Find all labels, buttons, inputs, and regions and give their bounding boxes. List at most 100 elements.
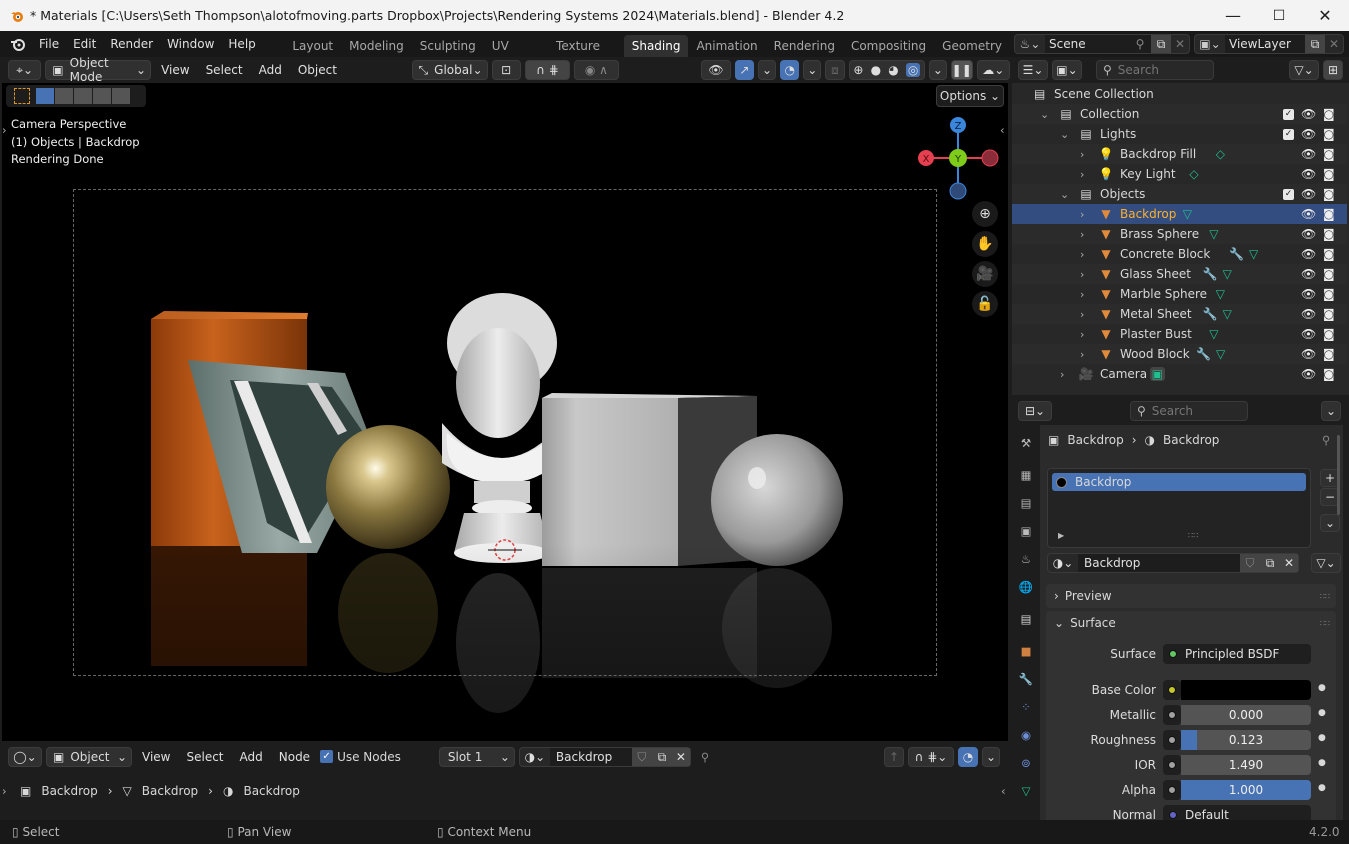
pivot-point-button[interactable]: ⊡ [491,60,521,80]
metallic-socket-button[interactable] [1163,705,1181,725]
render-camera-icon[interactable]: ◙ [1323,227,1335,241]
pin-icon[interactable]: ⚲ [701,750,709,764]
tab-constraints[interactable]: ⊚ [1012,749,1040,777]
outliner-search-input[interactable] [1117,63,1198,77]
render-camera-icon[interactable]: ◙ [1323,307,1335,321]
pin-icon[interactable]: ⚲ [1322,433,1330,447]
outliner-item-name[interactable]: Wood Block [1120,347,1190,361]
material-name-field[interactable]: Backdrop [1078,554,1240,572]
outliner-item[interactable]: › 💡 Backdrop Fill ◇ 👁 ◙ [1012,144,1347,164]
delete-scene-icon[interactable]: ✕ [1171,37,1189,51]
lock-view-button[interactable]: 🔓 [972,291,998,317]
exclude-checkbox[interactable]: ✓ [1283,188,1294,200]
chevron-right-icon[interactable]: › [1080,148,1084,161]
alpha-slider[interactable]: 1.000 [1181,780,1311,800]
view-layer-selector[interactable]: ▣⌄ ViewLayer ⧉ ✕ [1194,34,1344,54]
chevron-right-icon[interactable]: › [1080,168,1084,181]
outliner-item[interactable]: › 💡 Key Light ◇ 👁 ◙ [1012,164,1347,184]
tab-particles[interactable]: ⁘ [1012,693,1040,721]
metallic-slider[interactable]: 0.000 [1181,705,1311,725]
properties-editor-type[interactable]: ⊟⌄ [1018,401,1052,421]
chevron-right-icon[interactable]: › [1080,228,1084,241]
material-browse-icon[interactable]: ◑⌄ [520,750,550,764]
material-datablock[interactable]: ◑⌄ Backdrop ⛉ ⧉ ✕ [1047,553,1299,573]
chevron-down-icon[interactable]: ⌄ [1040,108,1049,121]
tab-compositing[interactable]: Compositing [843,35,934,57]
tab-view-layer[interactable]: ▣ [1012,517,1040,545]
mesh-data-icon[interactable]: ▽ [1216,287,1225,301]
shading-dropdown[interactable]: ⌄ [929,60,947,80]
render-camera-icon[interactable]: ◙ [1323,167,1335,181]
minimize-button[interactable]: — [1210,0,1256,31]
tab-animation[interactable]: Animation [688,35,765,57]
material-preview-icon[interactable]: ◕ [888,63,898,77]
roughness-socket-button[interactable] [1163,730,1181,750]
node-menu-add[interactable]: Add [234,750,269,764]
link-mode-selector[interactable]: ▽⌄ [1311,553,1341,573]
mesh-data-icon[interactable]: ▽ [1216,347,1225,361]
mode-selector[interactable]: ▣ Object Mode ⌄ [45,56,152,84]
3d-viewport[interactable]: Options ⌄ Camera Perspective (1) Objects… [2,83,1008,741]
render-region-button[interactable]: ☁⌄ [976,60,1010,80]
tab-world[interactable]: 🌐 [1012,573,1040,601]
modifier-icon[interactable]: 🔧 [1229,247,1244,261]
render-camera-icon[interactable]: ◙ [1323,267,1335,281]
eye-icon[interactable]: 👁 [1301,267,1316,281]
surface-shader-selector[interactable]: Principled BSDF [1163,644,1311,664]
mesh-data-icon[interactable]: ▽ [1223,267,1232,281]
roughness-slider[interactable]: 0.123 [1181,730,1311,750]
chevron-right-icon[interactable]: › [1080,308,1084,321]
eye-icon[interactable]: 👁 [1301,127,1316,141]
outliner-item[interactable]: › ▼ Brass Sphere ▽ 👁 ◙ [1012,224,1347,244]
viewport-menu-select[interactable]: Select [200,63,249,77]
chevron-right-icon[interactable]: › [1080,348,1084,361]
render-camera-icon[interactable]: ◙ [1323,367,1335,381]
outliner-item[interactable]: › ▼ Backdrop ▽ 👁 ◙ [1012,204,1347,224]
mesh-data-icon[interactable]: ▽ [1249,247,1258,261]
scene-selector[interactable]: ♨⌄ Scene ⚲ ⧉ ✕ [1014,34,1190,54]
outliner-item[interactable]: › ▼ Plaster Bust ▽ 👁 ◙ [1012,324,1347,344]
surface-panel-header[interactable]: ⌄ Surface ∷∷ [1046,611,1336,635]
chevron-right-icon[interactable]: › [2,784,7,798]
outliner-item[interactable]: › ▼ Wood Block 🔧 ▽ 👁 ◙ [1012,344,1347,364]
chevron-left-icon[interactable]: ‹ [1001,784,1006,798]
keyframe-dot-icon[interactable]: ● [1318,683,1326,693]
node-snap-toggle[interactable]: ∩ ⋕⌄ [908,746,954,767]
outliner-item[interactable]: ⌄ ▤ Lights ✓ 👁 ◙ [1012,124,1347,144]
menu-help[interactable]: Help [221,37,262,51]
tab-scene[interactable]: ♨ [1012,545,1040,573]
preview-panel-header[interactable]: › Preview ∷∷ [1046,584,1336,608]
solid-shading-icon[interactable]: ● [871,63,881,77]
node-overlay-toggle[interactable]: ◔ [958,746,978,767]
keyframe-dot-icon[interactable]: ● [1318,758,1326,768]
outliner-item-name[interactable]: Glass Sheet [1120,267,1191,281]
chevron-down-icon[interactable]: ⌄ [1060,188,1069,201]
keyframe-dot-icon[interactable]: ● [1318,783,1326,793]
eye-icon[interactable]: 👁 [1301,367,1316,381]
outliner-editor-type[interactable]: ☰⌄ [1018,60,1048,80]
properties-search-input[interactable] [1151,404,1232,418]
mesh-data-icon[interactable]: ▽ [1183,207,1192,221]
proportional-edit-toggle[interactable]: ◉ ∧ [573,60,619,80]
editor-type-button[interactable]: ⌖⌄ [8,60,42,80]
eye-icon[interactable]: 👁 [1301,187,1316,201]
menu-window[interactable]: Window [160,37,221,51]
tab-tool[interactable]: ⚒ [1012,425,1040,461]
sidebar-toggle[interactable]: ‹ [1000,123,1005,137]
toolbar-toggle[interactable]: › [2,123,7,137]
tab-physics[interactable]: ◉ [1012,721,1040,749]
fake-user-icon[interactable]: ⛉ [1240,554,1260,572]
parent-node-tree-button[interactable]: ↑ [884,746,904,767]
material-slot-item[interactable]: Backdrop [1052,473,1306,491]
tab-output[interactable]: ▤ [1012,489,1040,517]
xray-toggle[interactable]: ⧈ [825,60,845,80]
transform-orientation-selector[interactable]: ⤡ Global ⌄ [411,60,488,80]
chevron-right-icon[interactable]: › [1080,328,1084,341]
snap-toggle[interactable]: ∩ ⋕ [524,60,570,80]
light-data-icon[interactable]: ◇ [1216,147,1225,161]
eye-icon[interactable]: 👁 [1301,327,1316,341]
exclude-checkbox[interactable]: ✓ [1283,128,1294,140]
gizmo-toggle[interactable]: ↗ [734,60,755,80]
shader-node-canvas[interactable]: ▣ Backdrop › ▽ Backdrop › ◑ Backdrop › ‹ [0,772,1008,820]
render-camera-icon[interactable]: ◙ [1323,347,1335,361]
